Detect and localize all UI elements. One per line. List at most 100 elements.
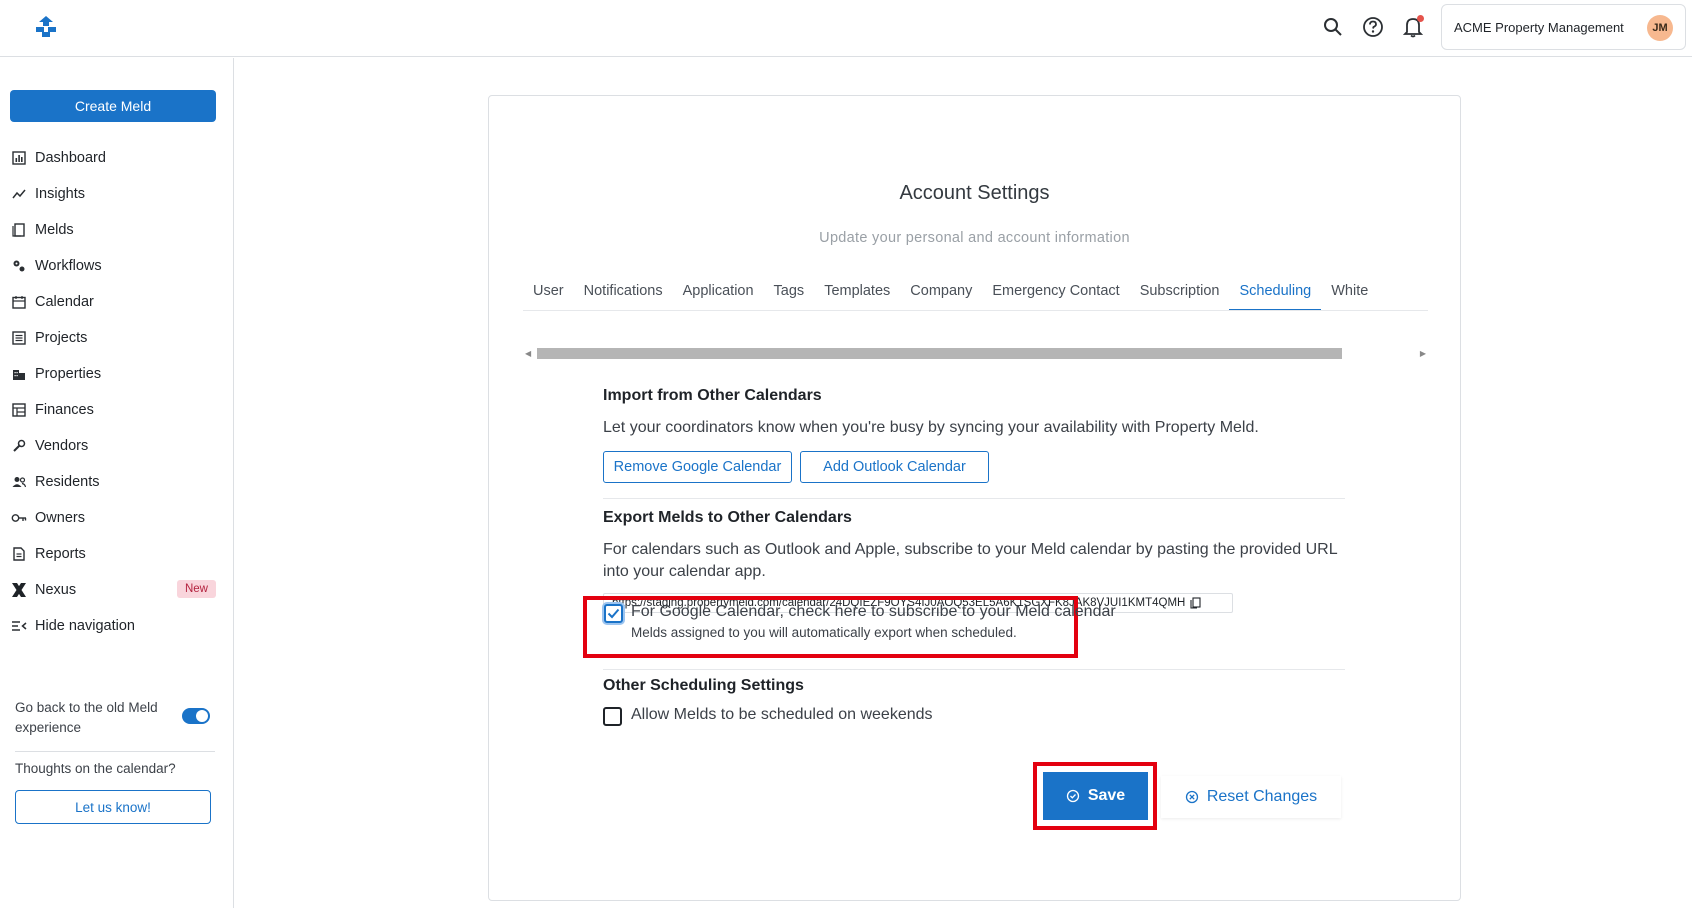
- settings-tabs: User Notifications Application Tags Temp…: [523, 273, 1428, 311]
- sidebar-item-label: Dashboard: [35, 150, 106, 166]
- workflows-icon: [11, 258, 27, 274]
- export-title: Export Melds to Other Calendars: [603, 509, 852, 526]
- account-settings-card: Account Settings Update your personal an…: [488, 95, 1461, 901]
- sidebar-item-calendar[interactable]: Calendar: [0, 284, 234, 320]
- calendar-icon: [11, 294, 27, 310]
- tab-application[interactable]: Application: [673, 273, 764, 310]
- sidebar-item-insights[interactable]: Insights: [0, 176, 234, 212]
- tab-tags[interactable]: Tags: [764, 273, 815, 310]
- sidebar-item-nexus[interactable]: Nexus New: [0, 572, 234, 608]
- divider: [603, 669, 1345, 670]
- sidebar-item-residents[interactable]: Residents: [0, 464, 234, 500]
- feedback-prompt: Thoughts on the calendar?: [15, 761, 176, 776]
- save-label: Save: [1087, 787, 1126, 804]
- top-bar: ACME Property Management JM: [0, 0, 1692, 57]
- properties-icon: [11, 366, 27, 382]
- search-icon[interactable]: [1320, 14, 1346, 40]
- import-title: Import from Other Calendars: [603, 387, 822, 404]
- add-outlook-calendar-button[interactable]: Add Outlook Calendar: [800, 451, 989, 483]
- sidebar-item-label: Projects: [35, 330, 88, 346]
- sidebar-item-label: Owners: [35, 510, 85, 526]
- tab-emergency-contact[interactable]: Emergency Contact: [982, 273, 1129, 310]
- reset-label: Reset Changes: [1206, 788, 1318, 805]
- scroll-left-icon[interactable]: ◀: [525, 349, 531, 358]
- vendors-icon: [11, 438, 27, 454]
- notification-dot: [1417, 15, 1424, 22]
- sidebar-item-reports[interactable]: Reports: [0, 536, 234, 572]
- nexus-icon: [11, 582, 27, 598]
- finances-icon: [11, 402, 27, 418]
- import-text: Let your coordinators know when you're b…: [603, 419, 1259, 436]
- feedback-button[interactable]: Let us know!: [15, 790, 211, 824]
- sidebar-item-vendors[interactable]: Vendors: [0, 428, 234, 464]
- save-button[interactable]: Save: [1043, 772, 1148, 820]
- sidebar-item-label: Calendar: [35, 294, 94, 310]
- tab-notifications[interactable]: Notifications: [574, 273, 673, 310]
- weekends-checkbox[interactable]: [603, 707, 622, 726]
- sidebar-item-projects[interactable]: Projects: [0, 320, 234, 356]
- tab-company[interactable]: Company: [900, 273, 982, 310]
- residents-icon: [11, 474, 27, 490]
- page-title: Account Settings: [899, 182, 1050, 204]
- hide-navigation-button[interactable]: Hide navigation: [0, 608, 234, 644]
- tab-templates[interactable]: Templates: [814, 273, 900, 310]
- reports-icon: [11, 546, 27, 562]
- scroll-right-icon[interactable]: ▶: [1420, 349, 1426, 358]
- create-meld-button[interactable]: Create Meld: [10, 90, 216, 122]
- sidebar-item-label: Reports: [35, 546, 86, 562]
- sidebar-item-label: Nexus: [35, 582, 77, 598]
- google-calendar-checkbox[interactable]: [604, 604, 623, 623]
- sidebar-item-properties[interactable]: Properties: [0, 356, 234, 392]
- tab-white[interactable]: White: [1321, 273, 1378, 310]
- scrollbar-thumb[interactable]: [537, 348, 1342, 359]
- new-badge: New: [176, 580, 216, 598]
- remove-google-calendar-button[interactable]: Remove Google Calendar: [603, 451, 792, 483]
- account-name: ACME Property Management: [1454, 19, 1624, 35]
- owners-icon: [11, 510, 27, 526]
- tab-user[interactable]: User: [523, 273, 574, 310]
- import-description: Let your coordinators know when you're b…: [603, 417, 1345, 439]
- google-checkbox-subtext: Melds assigned to you will automatically…: [631, 625, 1017, 640]
- old-experience-toggle[interactable]: [182, 708, 210, 724]
- bell-icon[interactable]: [1400, 14, 1426, 40]
- sidebar-item-label: Vendors: [35, 438, 89, 454]
- sidebar-item-label: Properties: [35, 366, 102, 382]
- sidebar-item-label: Hide navigation: [35, 618, 135, 634]
- sidebar-item-workflows[interactable]: Workflows: [0, 248, 234, 284]
- export-section: Export Melds to Other Calendars: [603, 509, 1345, 527]
- dashboard-icon: [11, 150, 27, 166]
- divider: [603, 498, 1345, 499]
- tab-scheduling[interactable]: Scheduling: [1229, 273, 1322, 310]
- sidebar-item-label: Finances: [35, 402, 94, 418]
- google-checkbox-label: For Google Calendar, check here to subsc…: [631, 603, 1116, 620]
- insights-icon: [11, 186, 27, 202]
- account-switcher[interactable]: ACME Property Management JM: [1441, 4, 1686, 50]
- export-text: For calendars such as Outlook and Apple,…: [603, 541, 1338, 580]
- reset-changes-button[interactable]: Reset Changes: [1161, 776, 1341, 818]
- sidebar: Create Meld Dashboard Insights Melds Wor…: [0, 58, 234, 908]
- export-description: For calendars such as Outlook and Apple,…: [603, 539, 1345, 583]
- import-section: Import from Other Calendars: [603, 387, 1345, 405]
- check-circle-icon: [1066, 789, 1080, 803]
- sidebar-nav: Dashboard Insights Melds Workflows Calen…: [0, 140, 234, 644]
- other-title: Other Scheduling Settings: [603, 677, 804, 694]
- other-section: Other Scheduling Settings: [603, 677, 1345, 695]
- tab-subscription[interactable]: Subscription: [1130, 273, 1230, 310]
- melds-icon: [11, 222, 27, 238]
- logo-icon[interactable]: [33, 14, 59, 38]
- help-icon[interactable]: [1360, 14, 1386, 40]
- copy-icon[interactable]: [1190, 597, 1201, 609]
- sidebar-item-melds[interactable]: Melds: [0, 212, 234, 248]
- avatar[interactable]: JM: [1647, 15, 1673, 41]
- weekends-label: Allow Melds to be scheduled on weekends: [631, 706, 933, 723]
- hide-nav-icon: [11, 618, 27, 634]
- cancel-circle-icon: [1185, 790, 1199, 804]
- projects-icon: [11, 330, 27, 346]
- tabs-scrollbar[interactable]: ◀ ▶: [523, 346, 1428, 360]
- sidebar-item-label: Insights: [35, 186, 85, 202]
- sidebar-item-label: Melds: [35, 222, 74, 238]
- sidebar-item-label: Residents: [35, 474, 100, 490]
- sidebar-item-finances[interactable]: Finances: [0, 392, 234, 428]
- sidebar-item-dashboard[interactable]: Dashboard: [0, 140, 234, 176]
- sidebar-item-owners[interactable]: Owners: [0, 500, 234, 536]
